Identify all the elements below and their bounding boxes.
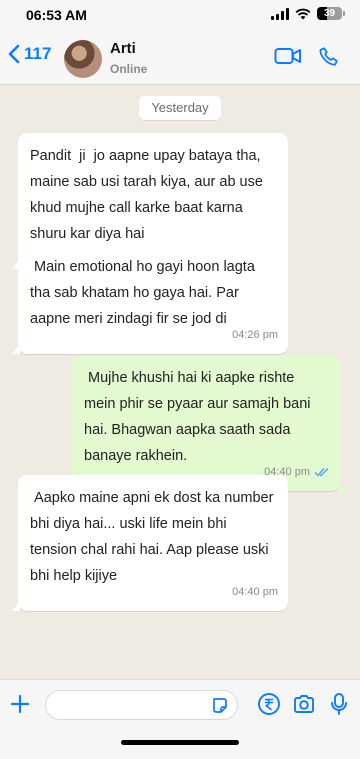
contact-name[interactable]: Arti <box>110 40 136 57</box>
microphone-icon[interactable] <box>329 692 349 716</box>
contact-status: Online <box>110 62 148 76</box>
wifi-icon <box>295 8 311 19</box>
message-input-bar <box>0 679 360 759</box>
back-button[interactable]: 117 <box>8 44 51 64</box>
home-indicator <box>121 740 239 745</box>
message-time: 04:40 pm <box>232 586 278 598</box>
status-time: 06:53 AM <box>26 7 87 23</box>
message-bubble-incoming[interactable]: Main emotional ho gayi hoon lagta tha sa… <box>12 244 288 354</box>
phone-icon[interactable] <box>318 46 340 68</box>
sticker-icon[interactable] <box>211 697 229 715</box>
chevron-left-icon <box>8 44 20 64</box>
double-check-read-icon <box>314 468 329 477</box>
message-text: Main emotional ho gayi hoon lagta tha sa… <box>30 259 255 327</box>
video-call-icon[interactable] <box>274 46 302 66</box>
message-input[interactable] <box>45 690 238 720</box>
message-time: 04:26 pm <box>232 329 278 341</box>
avatar[interactable] <box>64 40 102 78</box>
signal-icon <box>271 7 289 20</box>
message-bubble-outgoing[interactable]: Mujhe khushi hai ki aapke rishte mein ph… <box>72 355 346 491</box>
plus-icon[interactable] <box>8 692 32 716</box>
chat-header: 117 Arti Online <box>0 30 360 85</box>
message-text: Mujhe khushi hai ki aapke rishte mein ph… <box>84 370 311 464</box>
camera-icon[interactable] <box>292 692 316 716</box>
message-text: Pandit ji jo aapne upay bataya tha, main… <box>30 148 263 242</box>
message-bubble-incoming[interactable]: Aapko maine apni ek dost ka number bhi d… <box>12 475 288 611</box>
date-separator: Yesterday <box>139 96 221 120</box>
battery-indicator: 39 <box>317 7 345 20</box>
status-icons: 39 <box>271 7 345 20</box>
rupee-payment-icon[interactable] <box>257 692 281 716</box>
battery-percentage: 39 <box>323 8 336 19</box>
status-bar: 06:53 AM 39 <box>0 0 360 30</box>
message-text: Aapko maine apni ek dost ka number bhi d… <box>30 490 274 584</box>
unread-count: 117 <box>24 44 52 63</box>
